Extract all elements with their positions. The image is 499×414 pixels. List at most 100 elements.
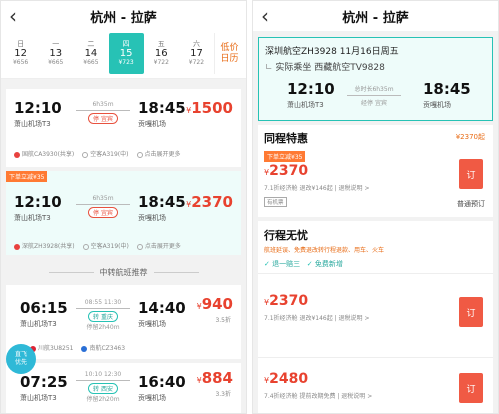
flight-route: 6h35m 停 宜宾 (72, 195, 134, 218)
discount-label: 3.5折 (215, 317, 231, 324)
departure-airport: 萧山机场T3 (14, 120, 51, 128)
date-price: ¥665 (48, 58, 64, 66)
order-button[interactable]: 订 (459, 373, 483, 403)
departure-airport: 萧山机场T3 (20, 394, 57, 402)
flight-info: 深航ZH3928(共享) 空客A319(中) 点击展开更多 (14, 241, 181, 250)
route-title: 杭州 - 拉萨 (342, 10, 409, 26)
standard-booking-link[interactable]: 普通预订 (457, 199, 485, 209)
airline-name: 川航3U8251 (38, 345, 74, 352)
flight-list-screen: ‹ 杭州 - 拉萨 日 12 ¥656 一 13 ¥665 二 14 ¥665 四 15 ¥72… (0, 0, 247, 414)
fare-detail[interactable]: 7.1折经济舱 退改¥146起 | 退税说明 > (264, 313, 370, 322)
header: ‹ 杭州 - 拉萨 (253, 1, 498, 31)
transfer-section-label: 中转航班推荐 (99, 268, 148, 277)
date-item[interactable]: 五 16 ¥722 (144, 33, 179, 74)
arrival: 14:40 贡嘎机场 (138, 299, 186, 329)
arrival-airport: 贡嘎机场 (138, 120, 166, 128)
price-value: 2370 (269, 163, 309, 179)
aircraft-type: 空客A319(中) (90, 151, 129, 158)
date-weekday: 一 (52, 40, 60, 49)
divider (258, 357, 493, 358)
flight-card[interactable]: 12:10 萧山机场T3 6h35m 停 宜宾 18:45 贡嘎机场 ¥1500… (6, 89, 241, 167)
header: ‹ 杭州 - 拉萨 (1, 1, 246, 31)
tag-label: 有机票 (264, 197, 287, 207)
airline-2: 南航CZ3463 (81, 343, 125, 352)
duration: 6h35m (92, 101, 114, 108)
arrival: 18:45 贡嘎机场 (138, 193, 186, 223)
departure-time: 12:10 (14, 193, 62, 211)
expand-label: 点击展开更多 (144, 243, 181, 250)
date-price: ¥656 (12, 58, 29, 66)
stop-badge: 停 宜宾 (88, 113, 118, 124)
airline-name: 深航ZH3928(共享) (22, 243, 75, 250)
flight-price: ¥1500 (186, 99, 233, 117)
stop-info: 经停 宜宾 (361, 100, 387, 107)
transfer-card[interactable]: 07:25 萧山机场T3 10:10 12:30 转 西安 停留2h20m 16… (6, 363, 241, 413)
fare-detail[interactable]: 7.4折经济舱 提前改期免费 | 退税说明 > (264, 391, 372, 400)
date-item-selected[interactable]: 四 15 ¥723 (108, 33, 144, 74)
flight-info: 国航CA3930(共享) 空客A319(中) 点击展开更多 (14, 149, 181, 158)
date-weekday: 四 (122, 40, 130, 49)
feature-2: 免费新增 (314, 260, 343, 268)
expand-label: 点击展开更多 (144, 151, 181, 158)
divider (258, 273, 493, 274)
departure: 07:25 萧山机场T3 (20, 373, 68, 403)
low-price-label: 低价 (220, 42, 239, 53)
route-line (76, 308, 130, 309)
transfer-badge: 转 西安 (88, 383, 118, 394)
plane-icon (82, 243, 89, 250)
arrival-time: 18:45 (138, 99, 186, 117)
departure-time: 12:10 (287, 80, 335, 98)
flight-route: 总时长6h35m 经停 宜宾 (343, 84, 405, 107)
direct-first-button[interactable]: 直飞 优先 (6, 344, 36, 374)
expand-more[interactable]: 点击展开更多 (136, 149, 181, 158)
transfer-card[interactable]: 06:15 萧山机场T3 08:55 11:30 转 重庆 停留2h40m 14… (6, 285, 241, 359)
order-button[interactable]: 订 (459, 159, 483, 189)
date-item[interactable]: 六 17 ¥722 (179, 33, 214, 74)
worry-free-section: 行程无忧 航班延误、免费退改转行程退款、用车、火车 ✓ 退一赔三 ✓ 免费新增 … (258, 221, 493, 413)
layover-time: 停留2h20m (86, 396, 120, 403)
order-button[interactable]: 订 (459, 297, 483, 327)
route-line (76, 380, 130, 381)
arrival: 16:40 贡嘎机场 (138, 373, 186, 403)
departure: 12:10 萧山机场T3 (14, 99, 62, 129)
price-value: 940 (201, 295, 233, 313)
expand-more[interactable]: 点击展开更多 (136, 241, 181, 250)
special-offer-section: 同程特惠 ¥2370起 下单立减¥35 ¥2370 7.1折经济舱 退改¥146… (258, 125, 493, 217)
departure: 06:15 萧山机场T3 (20, 299, 68, 329)
layover-time: 停留2h40m (86, 324, 120, 331)
airline-1: 川航3U8251 (30, 343, 73, 352)
date-item[interactable]: 一 13 ¥665 (38, 33, 73, 74)
corner-arrow-icon: ∟ (265, 63, 276, 73)
date-weekday: 日 (17, 40, 25, 49)
departure-time: 06:15 (20, 299, 68, 317)
section-title: 行程无忧 (264, 229, 308, 242)
section-title: 同程特惠 (264, 132, 308, 145)
date-item[interactable]: 日 12 ¥656 (3, 33, 38, 74)
flight-card[interactable]: 下单立减¥35 12:10 萧山机场T3 6h35m 停 宜宾 18:45 贡嘎… (6, 171, 241, 255)
fare-detail[interactable]: 7.1折经济舱 退改¥146起 | 退税说明 > (264, 183, 370, 192)
arrival-airport: 贡嘎机场 (423, 101, 451, 109)
fab-line-1: 直飞 (14, 351, 27, 359)
arrival-time: 18:45 (138, 193, 186, 211)
arrival-time: 14:40 (138, 299, 186, 317)
total-duration: 总时长6h35m (354, 86, 394, 93)
transfer-info: 川航3U8251 南航CZ3463 (30, 343, 125, 352)
date-price: ¥722 (153, 58, 169, 66)
low-price-calendar-button[interactable]: 低价 日历 (214, 33, 244, 74)
back-icon[interactable]: ‹ (9, 4, 17, 28)
airline: 国航CA3930(共享) (14, 149, 74, 158)
discount-badge: 下单立减¥35 (264, 151, 306, 162)
back-icon[interactable]: ‹ (261, 4, 269, 28)
transfer-route: 10:10 12:30 转 西安 停留2h20m (72, 371, 134, 403)
fare-tag: 有机票 (264, 197, 290, 207)
route-line (347, 95, 401, 96)
date-price: ¥722 (188, 58, 205, 66)
arrival-airport: 贡嘎机场 (138, 214, 166, 222)
date-weekday: 五 (157, 40, 165, 49)
date-price: ¥665 (83, 58, 99, 66)
date-item[interactable]: 二 14 ¥665 (73, 33, 108, 74)
departure: 12:10 萧山机场T3 (14, 193, 62, 223)
section-description: 航班延误、免费退改转行程退款、用车、火车 (264, 247, 385, 254)
departure-time: 12:10 (14, 99, 62, 117)
aircraft-type: 空客A319(中) (90, 243, 129, 250)
